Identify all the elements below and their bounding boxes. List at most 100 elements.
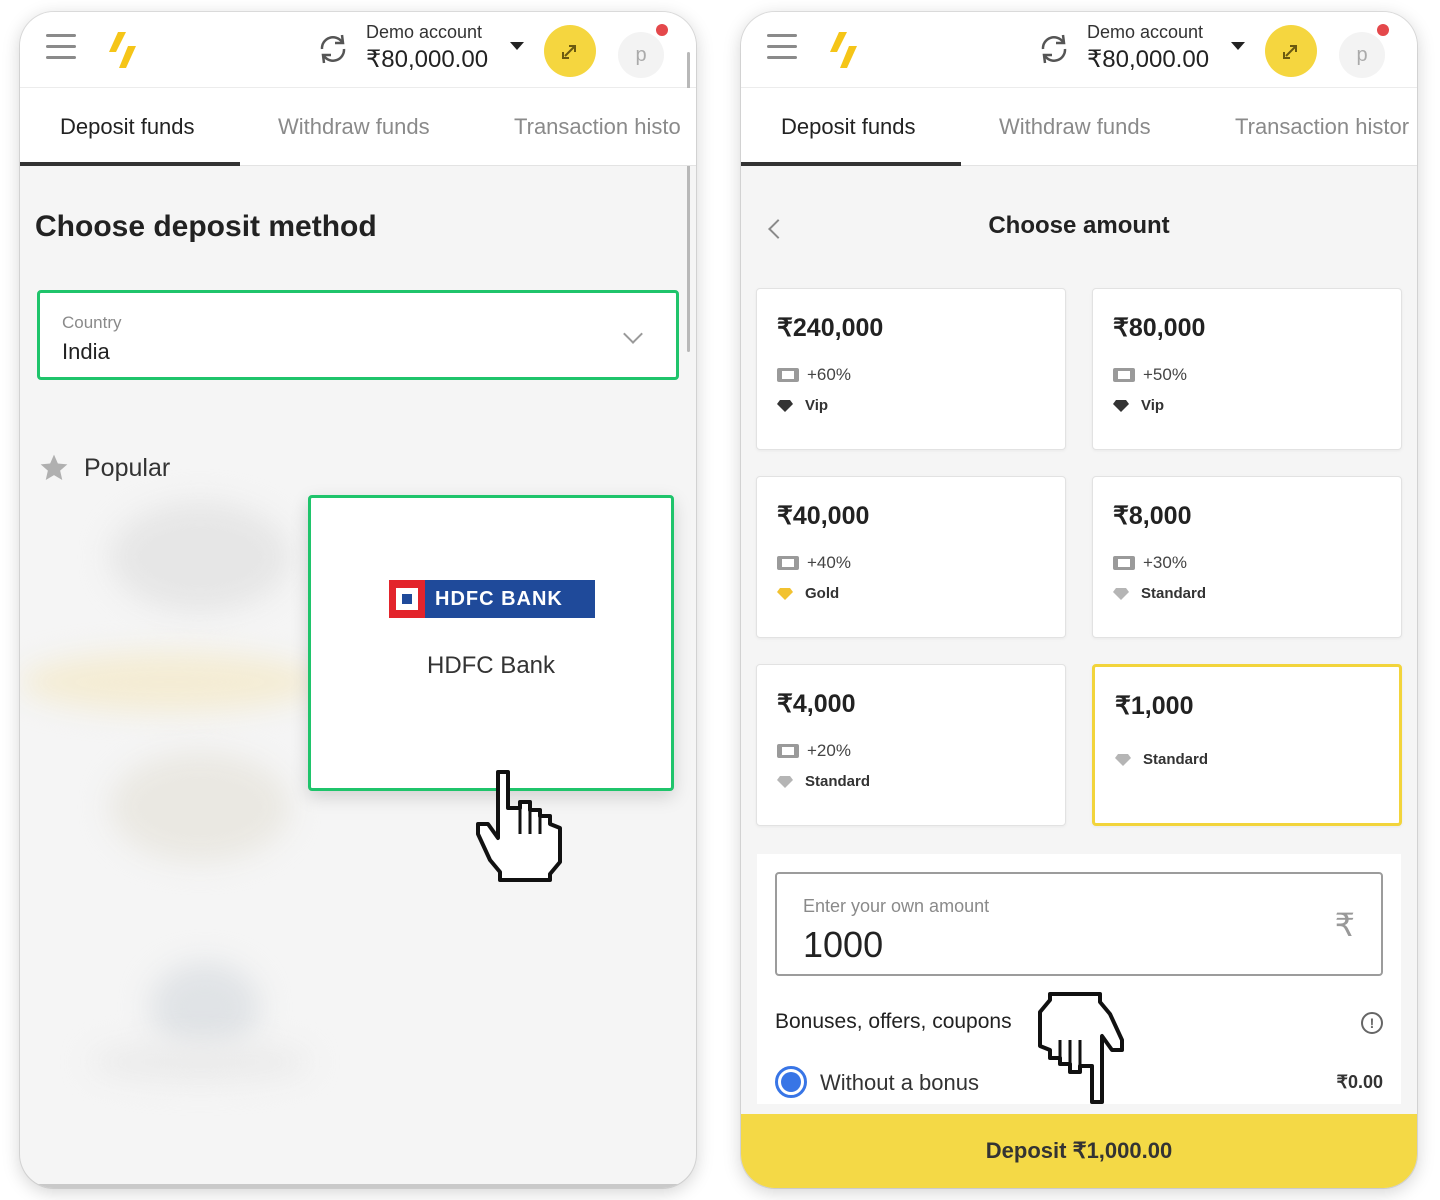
silver-diamond-icon	[777, 775, 793, 788]
trade-switch-button[interactable]	[1265, 25, 1317, 77]
deposit-button[interactable]: Deposit ₹1,000.00	[741, 1114, 1417, 1188]
amount-option-4000[interactable]: ₹4,000 +20% Standard	[756, 664, 1066, 826]
bonus-row: +40%	[777, 553, 851, 573]
ticket-icon	[1113, 368, 1135, 382]
hdfc-bank-logo: HDFC BANK	[389, 580, 595, 618]
bonus-row: +30%	[1113, 553, 1187, 573]
tab-bar: Deposit funds Withdraw funds Transaction…	[20, 88, 696, 166]
amount-option-240000[interactable]: ₹240,000 +60% Vip	[756, 288, 1066, 450]
payment-method-hdfc-bank[interactable]: HDFC BANK HDFC Bank	[308, 495, 674, 791]
amount-option-8000[interactable]: ₹8,000 +30% Standard	[1092, 476, 1402, 638]
notification-dot	[656, 24, 668, 36]
bonus-row: +20%	[777, 741, 851, 761]
logo-icon	[109, 32, 136, 68]
top-bar: Demo account ₹80,000.00 p	[20, 12, 696, 88]
bonus-percent: +50%	[1143, 365, 1187, 384]
bonus-radio-without[interactable]	[775, 1066, 807, 1098]
hand-pointer-icon	[1038, 992, 1124, 1104]
tab-transaction-history[interactable]: Transaction histor	[1235, 114, 1409, 140]
silver-diamond-icon	[1113, 587, 1129, 600]
own-amount-input[interactable]: Enter your own amount 1000 ₹	[775, 872, 1383, 976]
tier-label: Standard	[1143, 751, 1209, 768]
own-amount-label: Enter your own amount	[803, 896, 990, 916]
phone-screen-deposit-method: Demo account ₹80,000.00 p Deposit funds …	[20, 12, 696, 1188]
amount-value: ₹40,000	[777, 502, 870, 530]
tier-label: Standard	[1141, 585, 1207, 602]
blurred-method-logo	[110, 502, 290, 612]
account-switcher[interactable]: Demo account ₹80,000.00	[366, 22, 488, 74]
tier-row: Standard	[777, 773, 870, 790]
account-balance: ₹80,000.00	[366, 46, 489, 73]
page-title: Choose amount	[988, 212, 1170, 239]
tab-deposit-funds[interactable]: Deposit funds	[60, 114, 195, 140]
chevron-down-icon	[623, 324, 643, 344]
bonus-percent: +30%	[1143, 553, 1187, 572]
amount-option-40000[interactable]: ₹40,000 +40% Gold	[756, 476, 1066, 638]
bonus-option-label: Without a bonus	[820, 1070, 979, 1095]
caret-down-icon[interactable]	[510, 42, 524, 50]
tab-deposit-funds[interactable]: Deposit funds	[781, 114, 916, 140]
active-tab-indicator	[741, 162, 961, 166]
bottom-divider	[20, 1184, 696, 1188]
bonus-option-value: ₹0.00	[1336, 1072, 1384, 1092]
trade-switch-button[interactable]	[544, 25, 596, 77]
tier-row: Standard	[1115, 751, 1208, 768]
menu-icon[interactable]	[767, 34, 797, 60]
tier-row: Vip	[777, 397, 828, 414]
tier-row: Vip	[1113, 397, 1164, 414]
refresh-icon[interactable]	[316, 32, 350, 66]
bonus-row: +60%	[777, 365, 851, 385]
blurred-method-logo	[150, 962, 260, 1052]
info-icon[interactable]: !	[1361, 1012, 1383, 1034]
blurred-method-logo	[90, 1042, 310, 1082]
amount-option-1000-selected[interactable]: ₹1,000 Standard	[1092, 664, 1402, 826]
bonus-row: +50%	[1113, 365, 1187, 385]
menu-icon[interactable]	[46, 34, 76, 60]
hand-pointer-icon	[476, 770, 562, 882]
tier-row: Standard	[1113, 585, 1206, 602]
account-type-label: Demo account	[1087, 22, 1204, 42]
bonuses-heading: Bonuses, offers, coupons	[775, 1010, 1012, 1033]
own-amount-value: 1000	[803, 924, 884, 965]
logo-icon	[830, 32, 857, 68]
tab-withdraw-funds[interactable]: Withdraw funds	[278, 114, 430, 140]
bonus-percent: +60%	[807, 365, 851, 384]
account-type-label: Demo account	[366, 22, 483, 42]
refresh-icon[interactable]	[1037, 32, 1071, 66]
rupee-icon: ₹	[1334, 907, 1355, 943]
account-switcher[interactable]: Demo account ₹80,000.00	[1087, 22, 1209, 74]
tab-transaction-history[interactable]: Transaction histo	[514, 114, 681, 140]
star-icon	[40, 454, 68, 480]
page-title: Choose deposit method	[35, 210, 377, 243]
avatar[interactable]: p	[1339, 32, 1385, 78]
blurred-method-logo	[110, 752, 290, 862]
payment-method-name: HDFC Bank	[426, 652, 556, 679]
tier-label: Standard	[805, 773, 871, 790]
ticket-icon	[1113, 556, 1135, 570]
amount-value: ₹240,000	[777, 314, 884, 342]
amount-option-80000[interactable]: ₹80,000 +50% Vip	[1092, 288, 1402, 450]
notification-dot	[1377, 24, 1389, 36]
amount-value: ₹80,000	[1113, 314, 1206, 342]
avatar[interactable]: p	[618, 32, 664, 78]
ticket-icon	[777, 556, 799, 570]
amount-value: ₹8,000	[1113, 502, 1192, 530]
active-tab-indicator	[20, 162, 240, 166]
ticket-icon	[777, 744, 799, 758]
popular-label: Popular	[84, 453, 171, 482]
account-balance: ₹80,000.00	[1087, 46, 1210, 73]
tab-withdraw-funds[interactable]: Withdraw funds	[999, 114, 1151, 140]
bonus-percent: +20%	[807, 741, 851, 760]
silver-diamond-icon	[1115, 753, 1131, 766]
amount-value: ₹4,000	[777, 690, 856, 718]
hdfc-logo-text: HDFC BANK	[435, 587, 563, 610]
top-bar: Demo account ₹80,000.00 p	[741, 12, 1417, 88]
tab-bar: Deposit funds Withdraw funds Transaction…	[741, 88, 1417, 166]
tier-label: Gold	[805, 585, 840, 602]
amount-value: ₹1,000	[1115, 692, 1194, 720]
country-select[interactable]: Country India	[37, 290, 679, 380]
diamond-icon	[1113, 399, 1129, 412]
caret-down-icon[interactable]	[1231, 42, 1245, 50]
gold-diamond-icon	[777, 587, 793, 600]
swap-icon	[562, 45, 576, 59]
